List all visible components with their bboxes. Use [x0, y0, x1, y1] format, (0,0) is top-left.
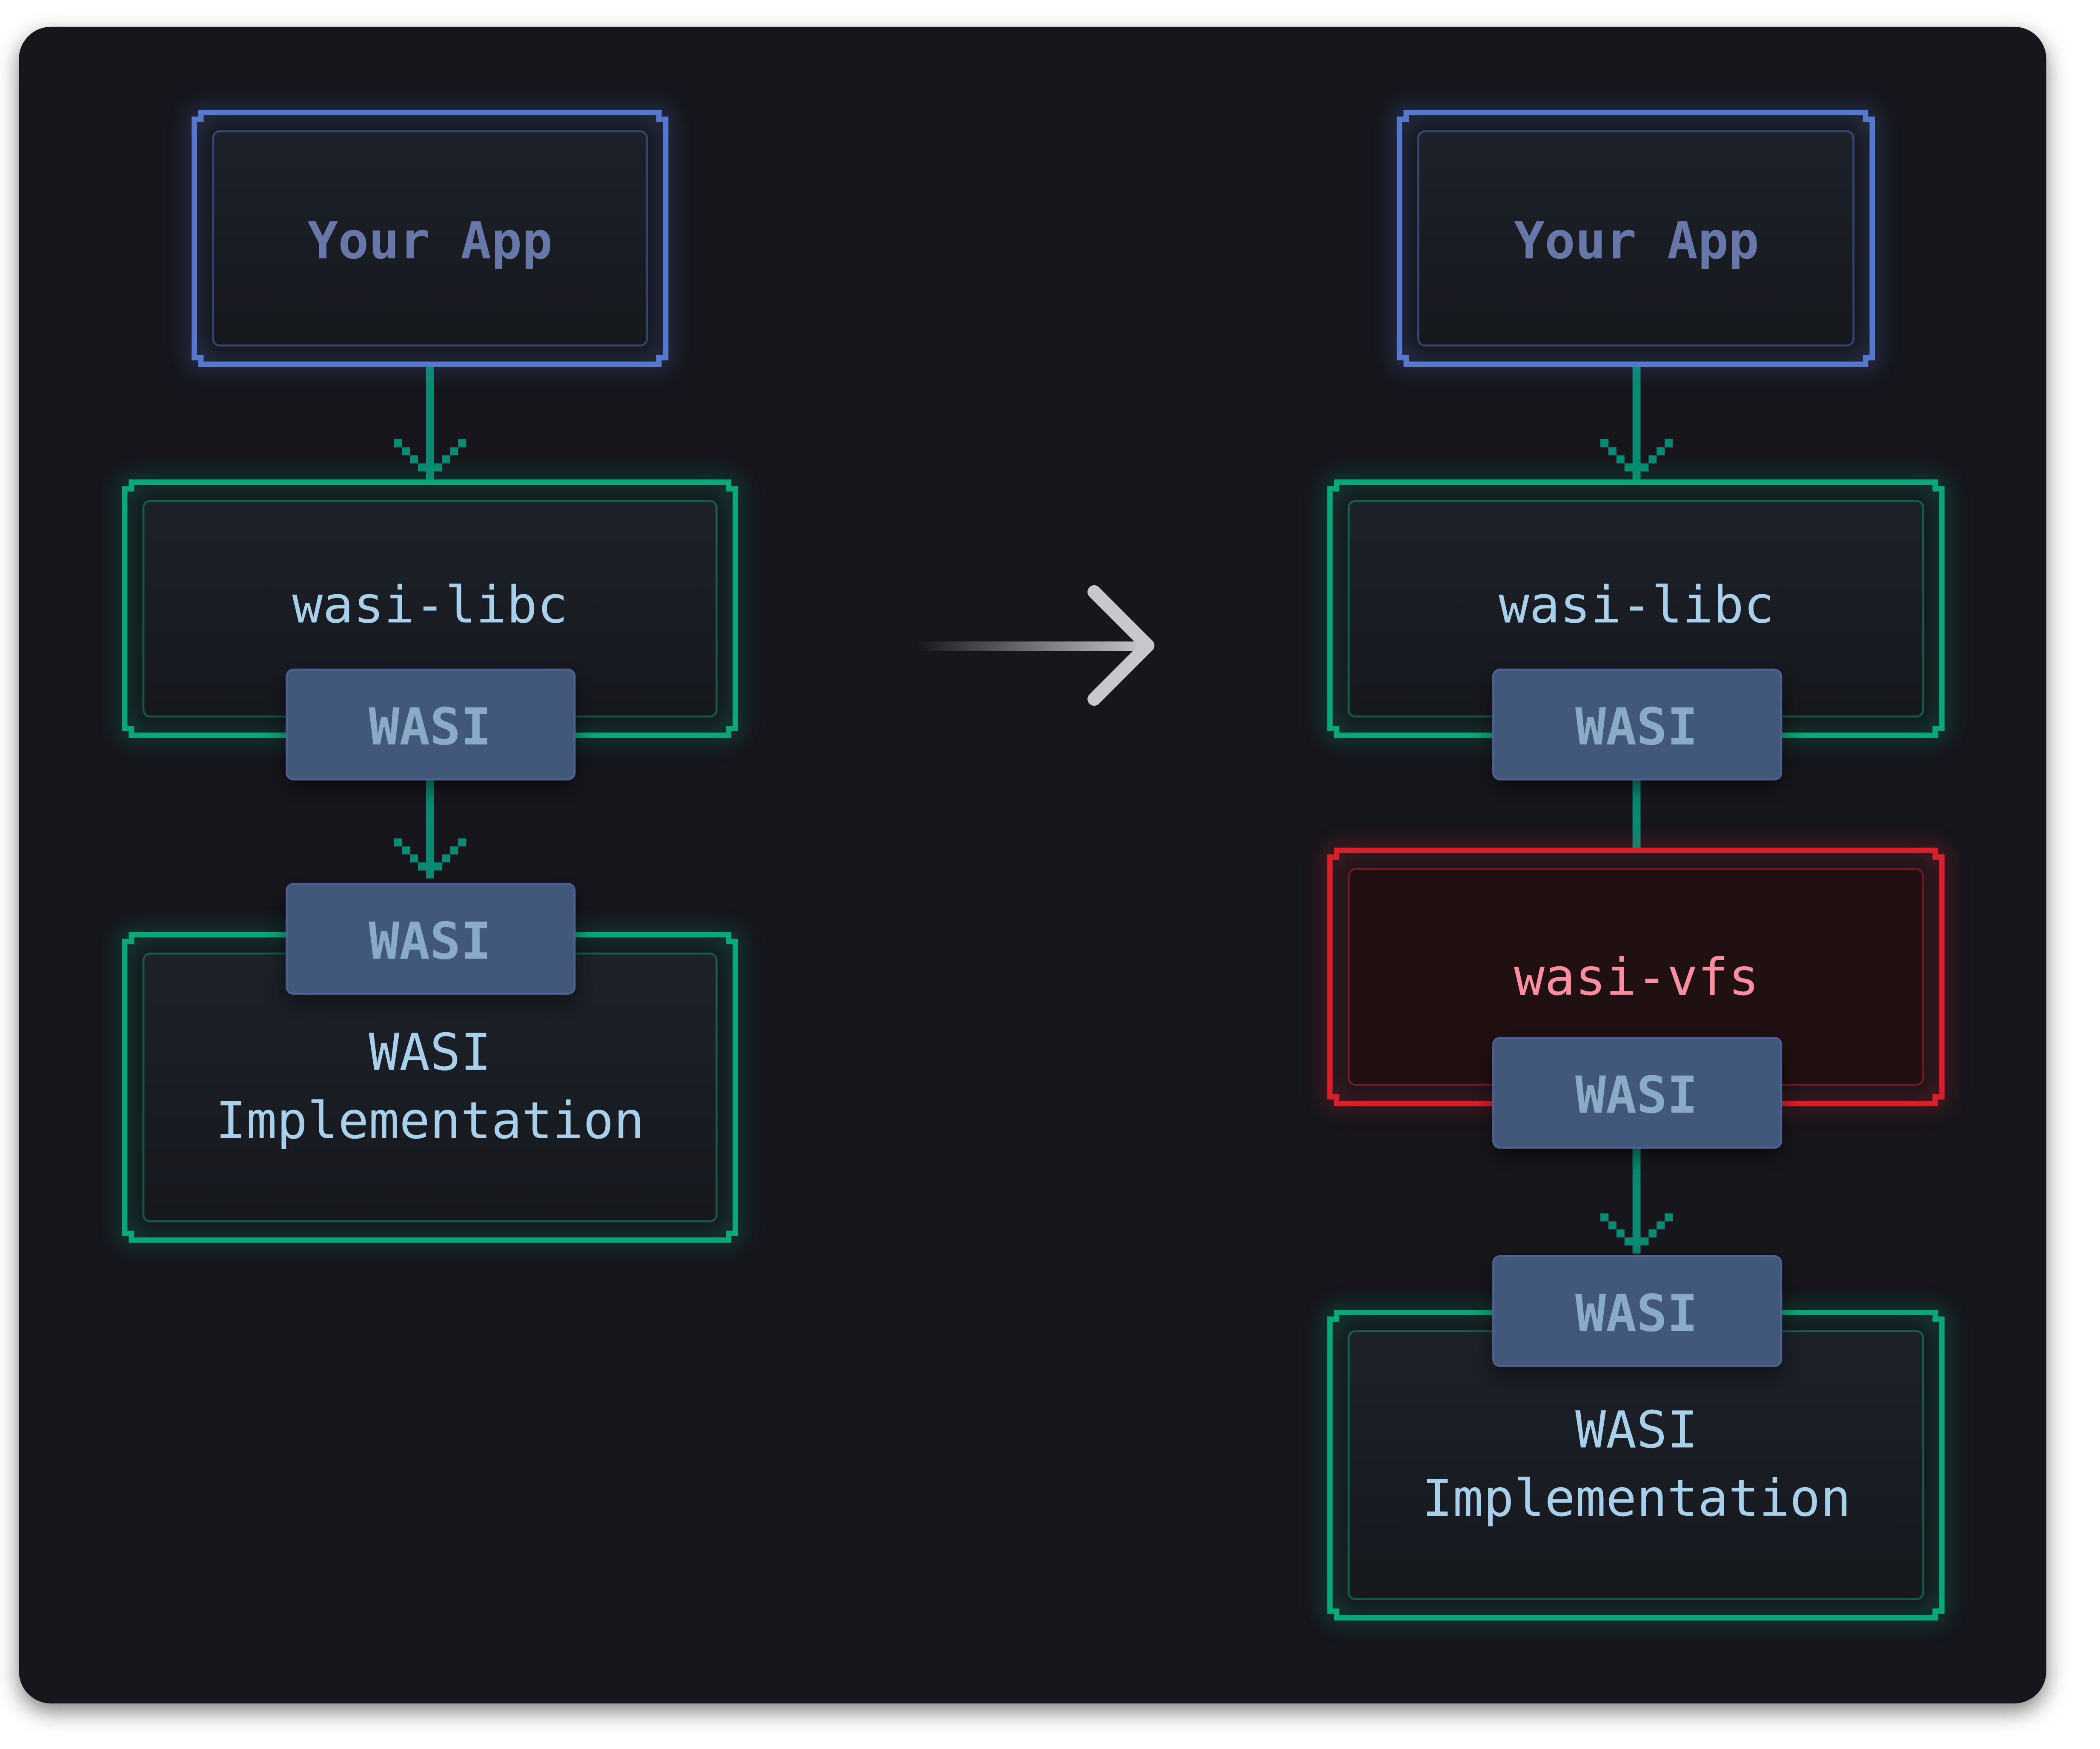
arrowhead-pixel [402, 846, 410, 855]
after-app-label: Your App [1514, 212, 1759, 271]
arrowhead-pixel [1624, 1237, 1633, 1246]
after-impl-line1: WASI [1575, 1401, 1698, 1460]
after-libc-label: wasi-libc [1499, 576, 1774, 635]
arrowhead-pixel [1616, 455, 1625, 464]
arrowhead-pixel [1608, 1221, 1616, 1230]
arrowhead-pixel [394, 838, 402, 847]
arrowhead-pixel [410, 455, 418, 464]
after-connector-libc-vfs-line [1632, 779, 1641, 852]
after-connector-libc-vfs [1632, 779, 1641, 852]
after-libc-wasi-badge-label: WASI [1575, 698, 1698, 757]
after-vfs-label: wasi-vfs [1514, 948, 1759, 1007]
before-app-label: Your App [307, 212, 552, 271]
arrowhead-pixel [1624, 463, 1633, 472]
arrowhead-pixel [1657, 1221, 1665, 1230]
arrowhead-pixel [1665, 1213, 1673, 1222]
before-libc-wasi-badge: WASI [286, 668, 576, 781]
arrowhead-pixel [1640, 1237, 1649, 1246]
arrowhead-pixel [1632, 1237, 1641, 1246]
arrowhead-pixel [1657, 447, 1665, 455]
before-impl-wasi-badge-label: WASI [369, 912, 491, 971]
before-libc-label: wasi-libc [292, 576, 568, 635]
arrowhead-pixel [458, 439, 466, 447]
after-connector-app-libc-line [1632, 364, 1641, 480]
arrowhead-pixel [442, 854, 450, 863]
arrowhead-pixel [450, 846, 458, 855]
arrowhead-pixel [434, 463, 442, 472]
arrowhead-pixel [1608, 447, 1616, 455]
before-impl-line2: Implementation [215, 1091, 644, 1151]
after-impl-box-inner [1348, 1330, 1924, 1600]
arrowhead-pixel [410, 854, 418, 863]
after-libc-wasi-badge: WASI [1492, 668, 1782, 781]
before-impl-line1: WASI [369, 1023, 491, 1082]
arrowhead-pixel [426, 463, 434, 472]
wasi-vfs-diagram: Your App wasi-libc WASI Implementation Your … [19, 26, 2046, 1704]
arrowhead-pixel [1616, 1229, 1625, 1238]
arrowhead-pixel [426, 862, 434, 871]
arrowhead-pixel [418, 862, 426, 871]
arrowhead-pixel [1640, 463, 1649, 472]
arrowhead-pixel [434, 862, 442, 871]
arrowhead-pixel [1665, 439, 1673, 447]
arrowhead-pixel [1648, 455, 1657, 464]
arrowhead-pixel [418, 463, 426, 472]
after-impl-wasi-badge-label: WASI [1575, 1284, 1698, 1343]
before-connector-app-libc-line [426, 364, 434, 480]
before-libc-wasi-badge-label: WASI [369, 698, 491, 757]
before-impl-wasi-badge: WASI [286, 883, 576, 995]
arrowhead-pixel [402, 447, 410, 455]
arrowhead-pixel [394, 439, 402, 447]
after-impl-line2: Implementation [1422, 1469, 1851, 1528]
arrowhead-pixel [442, 455, 450, 464]
arrowhead-pixel [458, 838, 466, 847]
arrowhead-pixel [1600, 1213, 1608, 1222]
after-vfs-wasi-badge-label: WASI [1575, 1066, 1698, 1125]
arrowhead-pixel [1600, 439, 1608, 447]
arrowhead-pixel [450, 447, 458, 455]
arrowhead-pixel [1632, 463, 1641, 472]
after-vfs-wasi-badge: WASI [1492, 1036, 1782, 1149]
after-impl-wasi-badge: WASI [1492, 1255, 1782, 1367]
arrowhead-pixel [1648, 1229, 1657, 1238]
